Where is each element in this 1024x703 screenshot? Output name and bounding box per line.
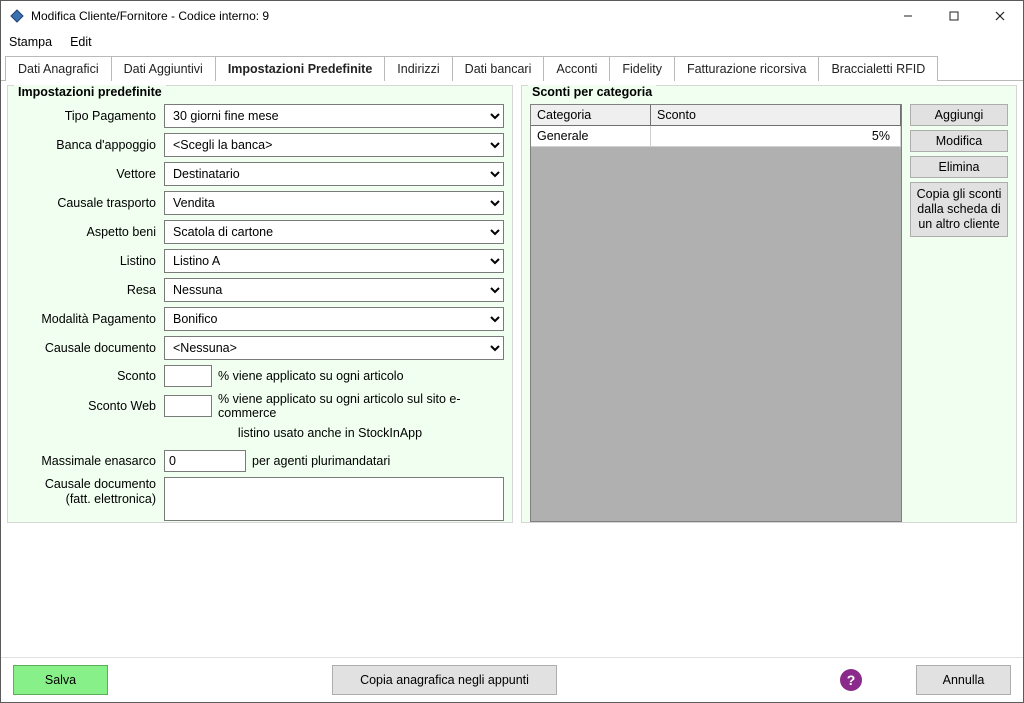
note-listino-stockinapp: listino usato anche in StockInApp: [16, 426, 504, 440]
label-resa: Resa: [16, 283, 164, 297]
grid-header-sconto[interactable]: Sconto: [651, 105, 901, 125]
suffix-sconto-web: % viene applicato su ogni articolo sul s…: [218, 392, 504, 420]
input-sconto-web[interactable]: [164, 395, 212, 417]
panel-title-right: Sconti per categoria: [528, 85, 656, 99]
select-banca-appoggio[interactable]: <Scegli la banca>: [164, 133, 504, 157]
tab-dati-aggiuntivi[interactable]: Dati Aggiuntivi: [111, 56, 216, 81]
select-modalita-pagamento[interactable]: Bonifico: [164, 307, 504, 331]
elimina-button[interactable]: Elimina: [910, 156, 1008, 178]
label-causale-documento: Causale documento: [16, 341, 164, 355]
label-listino: Listino: [16, 254, 164, 268]
label-tipo-pagamento: Tipo Pagamento: [16, 109, 164, 123]
annulla-button[interactable]: Annulla: [916, 665, 1011, 695]
salva-button[interactable]: Salva: [13, 665, 108, 695]
panel-impostazioni-predefinite: Impostazioni predefinite Tipo Pagamento …: [7, 85, 513, 523]
side-buttons: Aggiungi Modifica Elimina Copia gli scon…: [910, 104, 1008, 522]
cell-sconto: 5%: [651, 126, 901, 146]
cell-categoria: Generale: [531, 126, 651, 146]
grid-sconti[interactable]: Categoria Sconto Generale 5%: [530, 104, 902, 522]
panel-title-left: Impostazioni predefinite: [14, 85, 166, 99]
select-tipo-pagamento[interactable]: 30 giorni fine mese: [164, 104, 504, 128]
minimize-button[interactable]: [885, 1, 931, 31]
tab-fidelity[interactable]: Fidelity: [609, 56, 675, 81]
footer: Salva Copia anagrafica negli appunti ? A…: [1, 657, 1023, 702]
label-vettore: Vettore: [16, 167, 164, 181]
aggiungi-button[interactable]: Aggiungi: [910, 104, 1008, 126]
menubar: Stampa Edit: [1, 31, 1023, 53]
label-sconto-web: Sconto Web: [16, 399, 164, 413]
textarea-causale-doc-fe[interactable]: [164, 477, 504, 521]
panel-sconti-categoria: Sconti per categoria Categoria Sconto Ge…: [521, 85, 1017, 523]
input-sconto[interactable]: [164, 365, 212, 387]
label-massimale-enasarco: Massimale enasarco: [16, 454, 164, 468]
label-banca-appoggio: Banca d'appoggio: [16, 138, 164, 152]
tab-fatturazione-ricorsiva[interactable]: Fatturazione ricorsiva: [674, 56, 820, 81]
titlebar: Modifica Cliente/Fornitore - Codice inte…: [1, 1, 1023, 31]
label-aspetto-beni: Aspetto beni: [16, 225, 164, 239]
close-button[interactable]: [977, 1, 1023, 31]
tab-braccialetti-rfid[interactable]: Braccialetti RFID: [818, 56, 938, 81]
label-sconto: Sconto: [16, 369, 164, 383]
menu-stampa[interactable]: Stampa: [9, 35, 52, 49]
tab-impostazioni-predefinite[interactable]: Impostazioni Predefinite: [215, 56, 385, 81]
copia-sconti-button[interactable]: Copia gli sconti dalla scheda di un altr…: [910, 182, 1008, 237]
tabstrip: Dati Anagrafici Dati Aggiuntivi Impostaz…: [1, 53, 1023, 81]
suffix-massimale-enasarco: per agenti plurimandatari: [252, 454, 390, 468]
menu-edit[interactable]: Edit: [70, 35, 92, 49]
label-causale-doc-fe: Causale documento (fatt. elettronica): [16, 477, 164, 507]
window-title: Modifica Cliente/Fornitore - Codice inte…: [31, 9, 269, 23]
tab-dati-anagrafici[interactable]: Dati Anagrafici: [5, 56, 112, 81]
label-modalita-pagamento: Modalità Pagamento: [16, 312, 164, 326]
app-window: Modifica Cliente/Fornitore - Codice inte…: [0, 0, 1024, 703]
copia-anagrafica-button[interactable]: Copia anagrafica negli appunti: [332, 665, 557, 695]
select-causale-trasporto[interactable]: Vendita: [164, 191, 504, 215]
tab-acconti[interactable]: Acconti: [543, 56, 610, 81]
grid-header: Categoria Sconto: [531, 105, 901, 126]
content-area: Impostazioni predefinite Tipo Pagamento …: [1, 81, 1023, 657]
app-icon: [9, 8, 25, 24]
select-vettore[interactable]: Destinatario: [164, 162, 504, 186]
select-resa[interactable]: Nessuna: [164, 278, 504, 302]
select-causale-documento[interactable]: <Nessuna>: [164, 336, 504, 360]
table-row[interactable]: Generale 5%: [531, 126, 901, 147]
tab-dati-bancari[interactable]: Dati bancari: [452, 56, 545, 81]
suffix-sconto: % viene applicato su ogni articolo: [218, 369, 404, 383]
label-causale-trasporto: Causale trasporto: [16, 196, 164, 210]
help-icon[interactable]: ?: [840, 669, 862, 691]
modifica-button[interactable]: Modifica: [910, 130, 1008, 152]
maximize-button[interactable]: [931, 1, 977, 31]
select-aspetto-beni[interactable]: Scatola di cartone: [164, 220, 504, 244]
grid-header-categoria[interactable]: Categoria: [531, 105, 651, 125]
select-listino[interactable]: Listino A: [164, 249, 504, 273]
tab-indirizzi[interactable]: Indirizzi: [384, 56, 452, 81]
input-massimale-enasarco[interactable]: [164, 450, 246, 472]
